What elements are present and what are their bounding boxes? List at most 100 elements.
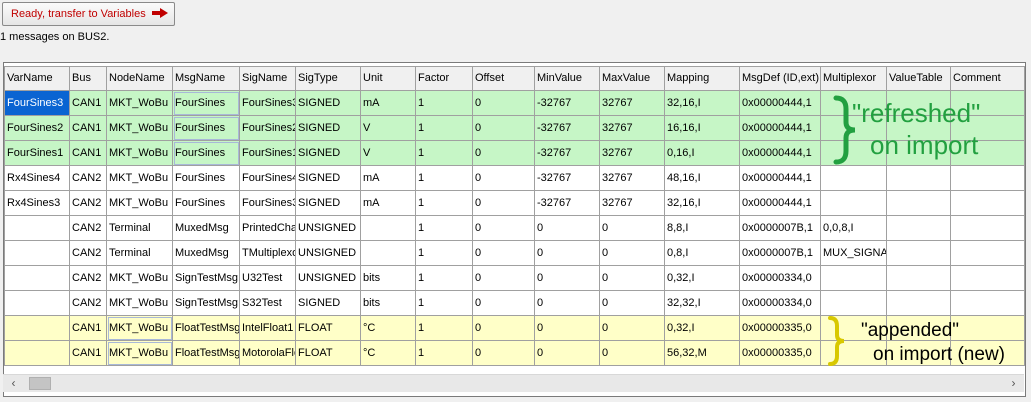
cell-varname[interactable]: Rx4Sines4 [4,166,70,191]
cell-msgdef-id-ext[interactable]: 0x00000444,1 [740,116,821,141]
cell-sigtype[interactable]: SIGNED [296,191,361,216]
cell-mapping[interactable]: 0,16,I [665,141,740,166]
cell-unit[interactable]: mA [361,166,416,191]
table-row[interactable]: CAN2 MKT_WoBu SignTestMsg U32Test UNSIGNED bi… [4,266,1025,291]
cell-sigtype[interactable]: UNSIGNED [296,216,361,241]
cell-offset[interactable]: 0 [473,216,535,241]
cell-varname[interactable] [4,341,70,366]
cell-minvalue[interactable]: -32767 [535,166,600,191]
cell-varname[interactable] [4,241,70,266]
cell-msgname[interactable]: FloatTestMsg [173,316,240,341]
cell-multiplexor[interactable] [821,291,887,316]
cell-valuetable[interactable] [887,191,951,216]
cell-varname[interactable] [4,266,70,291]
cell-msgdef-id-ext[interactable]: 0x00000444,1 [740,191,821,216]
table-row[interactable]: Rx4Sines4 CAN2 MKT_WoBu FourSines FourSines4… [4,166,1025,191]
cell-signame[interactable]: FourSines2 [240,116,296,141]
column-header-msgname[interactable]: MsgName [173,66,240,91]
cell-multiplexor[interactable]: 0,0,8,I [821,216,887,241]
cell-msgname[interactable]: FourSines [173,116,240,141]
cell-multiplexor[interactable] [821,191,887,216]
table-row[interactable]: CAN2 MKT_WoBu SignTestMsg S32Test SIGNED bits… [4,291,1025,316]
cell-offset[interactable]: 0 [473,341,535,366]
cell-msgname[interactable]: FourSines [173,166,240,191]
column-header-mapping[interactable]: Mapping [665,66,740,91]
cell-offset[interactable]: 0 [473,316,535,341]
cell-nodename[interactable]: MKT_WoBu [107,341,173,366]
cell-sigtype[interactable]: SIGNED [296,91,361,116]
cell-sigtype[interactable]: SIGNED [296,116,361,141]
cell-factor[interactable]: 1 [416,291,473,316]
cell-minvalue[interactable]: 0 [535,341,600,366]
cell-nodename[interactable]: MKT_WoBu [107,266,173,291]
cell-factor[interactable]: 1 [416,266,473,291]
cell-maxvalue[interactable]: 0 [600,216,665,241]
cell-minvalue[interactable]: -32767 [535,141,600,166]
cell-maxvalue[interactable]: 32767 [600,141,665,166]
cell-offset[interactable]: 0 [473,141,535,166]
column-header-minvalue[interactable]: MinValue [535,66,600,91]
cell-signame[interactable]: TMultiplexor [240,241,296,266]
cell-varname[interactable] [4,216,70,241]
cell-nodename[interactable]: MKT_WoBu [107,116,173,141]
table-row[interactable]: CAN2 Terminal MuxedMsg TMultiplexor UNSIGNED… [4,241,1025,266]
cell-unit[interactable]: bits [361,291,416,316]
column-header-unit[interactable]: Unit [361,66,416,91]
cell-bus[interactable]: CAN1 [70,316,107,341]
cell-signame[interactable]: S32Test [240,291,296,316]
cell-maxvalue[interactable]: 0 [600,316,665,341]
cell-varname[interactable]: FourSines1 [4,141,70,166]
cell-offset[interactable]: 0 [473,166,535,191]
cell-maxvalue[interactable]: 32767 [600,166,665,191]
cell-signame[interactable]: FourSines3 [240,91,296,116]
cell-comment[interactable] [951,241,1025,266]
cell-nodename[interactable]: MKT_WoBu [107,91,173,116]
cell-sigtype[interactable]: FLOAT [296,341,361,366]
cell-msgdef-id-ext[interactable]: 0x0000007B,1 [740,216,821,241]
cell-msgdef-id-ext[interactable]: 0x00000444,1 [740,141,821,166]
cell-valuetable[interactable] [887,166,951,191]
cell-msgdef-id-ext[interactable]: 0x00000335,0 [740,316,821,341]
cell-offset[interactable]: 0 [473,116,535,141]
cell-nodename[interactable]: Terminal [107,241,173,266]
cell-mapping[interactable]: 48,16,I [665,166,740,191]
cell-msgdef-id-ext[interactable]: 0x00000335,0 [740,341,821,366]
cell-varname[interactable]: FourSines3 [4,91,70,116]
cell-nodename[interactable]: MKT_WoBu [107,166,173,191]
cell-factor[interactable]: 1 [416,241,473,266]
cell-minvalue[interactable]: -32767 [535,116,600,141]
cell-comment[interactable] [951,266,1025,291]
column-header-varname[interactable]: VarName [4,66,70,91]
cell-unit[interactable]: mA [361,91,416,116]
cell-factor[interactable]: 1 [416,191,473,216]
cell-factor[interactable]: 1 [416,116,473,141]
scroll-thumb[interactable] [29,377,51,390]
column-header-factor[interactable]: Factor [416,66,473,91]
cell-offset[interactable]: 0 [473,241,535,266]
cell-factor[interactable]: 1 [416,91,473,116]
cell-msgdef-id-ext[interactable]: 0x00000334,0 [740,266,821,291]
cell-offset[interactable]: 0 [473,266,535,291]
cell-comment[interactable] [951,191,1025,216]
cell-signame[interactable]: U32Test [240,266,296,291]
cell-bus[interactable]: CAN2 [70,166,107,191]
cell-valuetable[interactable] [887,216,951,241]
cell-unit[interactable] [361,216,416,241]
cell-msgdef-id-ext[interactable]: 0x00000444,1 [740,91,821,116]
cell-msgname[interactable]: SignTestMsg [173,266,240,291]
column-header-maxvalue[interactable]: MaxValue [600,66,665,91]
cell-mapping[interactable]: 0,32,I [665,266,740,291]
cell-msgname[interactable]: MuxedMsg [173,241,240,266]
cell-bus[interactable]: CAN2 [70,266,107,291]
cell-msgname[interactable]: MuxedMsg [173,216,240,241]
horizontal-scrollbar[interactable]: ‹ › [3,374,1024,392]
table-row[interactable]: Rx4Sines3 CAN2 MKT_WoBu FourSines FourSines3… [4,191,1025,216]
cell-mapping[interactable]: 8,8,I [665,216,740,241]
cell-nodename[interactable]: MKT_WoBu [107,191,173,216]
cell-signame[interactable]: MotorolaFloat [240,341,296,366]
cell-bus[interactable]: CAN2 [70,191,107,216]
cell-factor[interactable]: 1 [416,141,473,166]
cell-minvalue[interactable]: 0 [535,266,600,291]
cell-signame[interactable]: FourSines3 [240,191,296,216]
cell-mapping[interactable]: 16,16,I [665,116,740,141]
